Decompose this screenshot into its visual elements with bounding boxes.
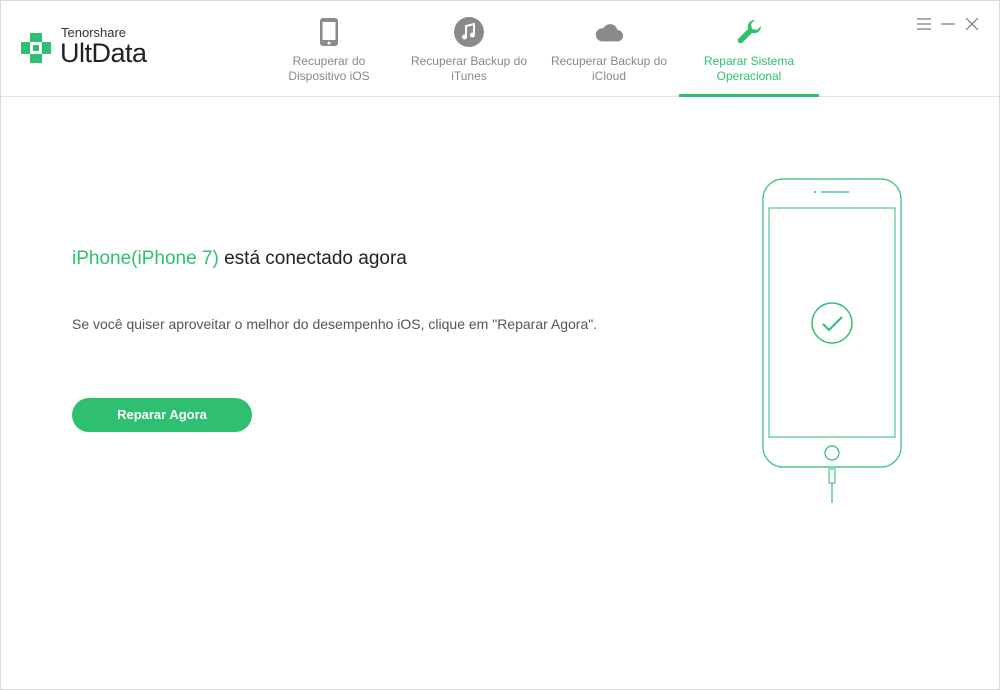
tab-recover-from-ios-device[interactable]: Recuperar do Dispositivo iOS bbox=[259, 1, 399, 97]
tab-recover-icloud-backup[interactable]: Recuperar Backup do iCloud bbox=[539, 1, 679, 97]
product-name: UltData bbox=[60, 38, 147, 68]
minimize-icon[interactable] bbox=[939, 15, 957, 33]
app-logo: Tenorshare UltData bbox=[19, 25, 159, 71]
home-button-icon bbox=[824, 445, 840, 461]
connected-iphone-illustration bbox=[762, 178, 902, 503]
ultdata-logo-icon bbox=[19, 31, 53, 65]
app-window: Tenorshare UltData Recuperar do Disposit… bbox=[0, 0, 1000, 690]
tab-label: Recuperar Backup do iTunes bbox=[410, 54, 528, 83]
device-name: iPhone(iPhone 7) bbox=[72, 248, 219, 269]
iphone-icon bbox=[314, 17, 344, 47]
window-controls bbox=[915, 15, 985, 35]
checkmark-circle-icon bbox=[811, 302, 853, 344]
music-note-icon bbox=[454, 17, 484, 47]
tab-label: Recuperar Backup do iCloud bbox=[550, 54, 668, 83]
repair-now-button[interactable]: Reparar Agora bbox=[72, 398, 252, 432]
header: Tenorshare UltData Recuperar do Disposit… bbox=[1, 1, 999, 97]
status-text: está conectado agora bbox=[218, 248, 407, 269]
tab-label: Reparar Sistema Operacional bbox=[703, 54, 795, 83]
wrench-icon bbox=[734, 17, 764, 47]
tab-recover-itunes-backup[interactable]: Recuperar Backup do iTunes bbox=[399, 1, 539, 97]
connection-status-heading: iPhone(iPhone 7) está conectado agora bbox=[72, 248, 407, 270]
menu-icon[interactable] bbox=[915, 15, 933, 33]
close-icon[interactable] bbox=[963, 15, 981, 33]
mode-tabs: Recuperar do Dispositivo iOS Recuperar B… bbox=[259, 1, 819, 97]
tab-repair-operating-system[interactable]: Reparar Sistema Operacional bbox=[679, 1, 819, 97]
tab-label: Recuperar do Dispositivo iOS bbox=[288, 54, 370, 83]
cloud-icon bbox=[594, 17, 624, 47]
repair-description: Se você quiser aproveitar o melhor do de… bbox=[72, 316, 598, 332]
